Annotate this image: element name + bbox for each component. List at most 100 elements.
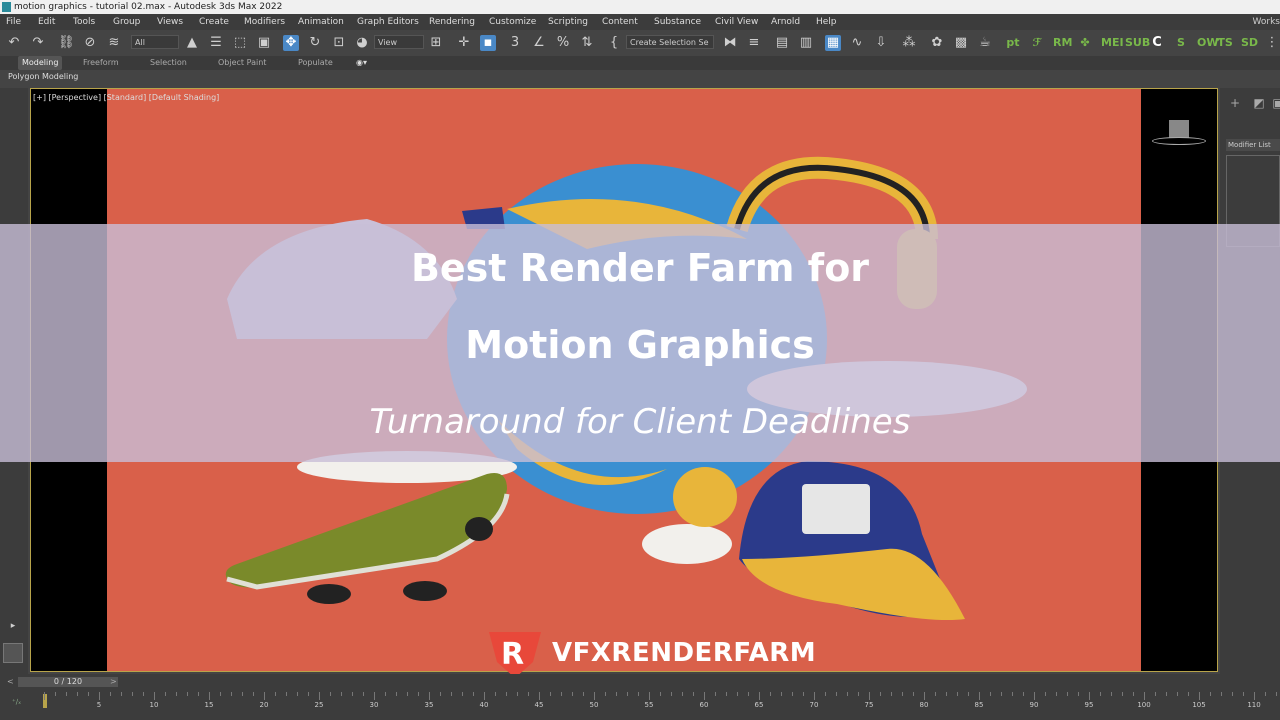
pivot-icon[interactable]: ⊞ xyxy=(428,35,444,51)
plugin-forest-icon[interactable]: ℱ xyxy=(1029,35,1045,51)
menu-help[interactable]: Help xyxy=(816,14,837,30)
viewport-label[interactable]: [+] [Perspective] [Standard] [Default Sh… xyxy=(33,93,219,102)
menu-civil-view[interactable]: Civil View xyxy=(715,14,758,30)
timeline-tick xyxy=(209,692,210,700)
tab-object-paint[interactable]: Object Paint xyxy=(218,56,266,70)
viewcube[interactable] xyxy=(1169,120,1189,138)
curve-editor-icon[interactable]: ∿ xyxy=(849,35,865,51)
timeline-tick xyxy=(1265,692,1266,696)
viewcube-compass[interactable] xyxy=(1152,137,1206,145)
move-icon[interactable]: ✥ xyxy=(283,35,299,51)
rect-selection-icon[interactable]: ⬚ xyxy=(232,35,248,51)
timeline-tick xyxy=(858,692,859,696)
timeline-tick xyxy=(1023,692,1024,696)
percent-snap-icon[interactable]: % xyxy=(555,35,571,51)
timeline-tick-label: 100 xyxy=(1137,701,1151,709)
tab-populate[interactable]: Populate xyxy=(298,56,333,70)
time-slider[interactable]: 0 / 120 xyxy=(18,677,118,687)
timeline-tick xyxy=(319,692,320,700)
plugin-pt-icon[interactable]: pt xyxy=(1005,35,1021,51)
timeline-tick xyxy=(979,692,980,700)
plugin-c-icon[interactable]: C xyxy=(1149,35,1165,51)
menu-animation[interactable]: Animation xyxy=(298,14,344,30)
modify-panel-icon[interactable]: ◩ xyxy=(1252,96,1266,110)
timeline-tick xyxy=(396,692,397,696)
mirror-icon[interactable]: ⧓ xyxy=(722,35,738,51)
hierarchy-panel-icon[interactable]: ▣ xyxy=(1271,96,1280,110)
timeline-tick xyxy=(638,692,639,696)
main-toolbar: ↶ ↷ ⛓ ⊘ ≋ All ▲ ☰ ⬚ ▣ ✥ ↻ ⊡ ◕ View ⊞ ✛ ▪… xyxy=(0,30,1280,56)
schematic-view-icon[interactable]: ⇩ xyxy=(873,35,889,51)
menu-substance[interactable]: Substance xyxy=(654,14,701,30)
plugin-mei-icon[interactable]: MEI xyxy=(1101,35,1124,51)
menu-modifiers[interactable]: Modifiers xyxy=(244,14,285,30)
plugin-ow-icon[interactable]: OW xyxy=(1197,35,1218,51)
select-object-icon[interactable]: ▲ xyxy=(184,35,200,51)
tab-freeform[interactable]: Freeform xyxy=(83,56,119,70)
prev-frame-icon[interactable]: < xyxy=(7,677,14,686)
play-icon[interactable]: ▸ xyxy=(5,618,21,634)
create-panel-icon[interactable]: + xyxy=(1228,96,1242,110)
menu-rendering[interactable]: Rendering xyxy=(429,14,475,30)
workspaces-label[interactable]: Works xyxy=(1253,14,1280,30)
align-icon[interactable]: ≡ xyxy=(746,35,762,51)
timeline-tick xyxy=(1056,692,1057,696)
window-crossing-icon[interactable]: ▣ xyxy=(256,35,272,51)
next-frame-icon[interactable]: > xyxy=(110,677,117,686)
menu-file[interactable]: File xyxy=(6,14,21,30)
spinner-snap-icon[interactable]: ⇅ xyxy=(579,35,595,51)
menu-create[interactable]: Create xyxy=(199,14,229,30)
timeline-tick xyxy=(726,692,727,696)
ribbon-options-icon[interactable]: ◉▾ xyxy=(356,56,367,70)
menu-customize[interactable]: Customize xyxy=(489,14,536,30)
bind-spacewarp-icon[interactable]: ≋ xyxy=(106,35,122,51)
rendered-frame-icon[interactable]: ▩ xyxy=(953,35,969,51)
place-icon[interactable]: ◕ xyxy=(354,35,370,51)
menu-scripting[interactable]: Scripting xyxy=(548,14,588,30)
modifier-list-dropdown[interactable]: Modifier List xyxy=(1226,139,1280,151)
menu-group[interactable]: Group xyxy=(113,14,140,30)
keyboard-shortcut-icon[interactable]: ▪ xyxy=(480,35,496,51)
material-editor-icon[interactable]: ⁂ xyxy=(901,35,917,51)
render-setup-icon[interactable]: ✿ xyxy=(929,35,945,51)
reference-coord-dropdown[interactable]: View xyxy=(374,35,424,49)
scene-explorer-icon[interactable]: ▤ xyxy=(774,35,790,51)
link-icon[interactable]: ⛓ xyxy=(58,35,75,51)
menu-views[interactable]: Views xyxy=(157,14,183,30)
unlink-icon[interactable]: ⊘ xyxy=(82,35,98,51)
tab-selection[interactable]: Selection xyxy=(150,56,187,70)
menu-tools[interactable]: Tools xyxy=(73,14,95,30)
selection-filter-dropdown[interactable]: All xyxy=(131,35,179,49)
angle-snap-icon[interactable]: ∠ xyxy=(531,35,547,51)
tab-modeling[interactable]: Modeling xyxy=(18,56,63,70)
plugin-rm-icon[interactable]: RM xyxy=(1053,35,1072,51)
timeline-ruler[interactable]: 5 10 15 20 25 30 35 40 45 50 55 60 65 70 75 80 85 90 95 100… xyxy=(40,692,1280,720)
plugin-sub-icon[interactable]: SUB xyxy=(1125,35,1150,51)
plugin-ts-icon[interactable]: ƬS xyxy=(1217,35,1233,51)
menu-content[interactable]: Content xyxy=(602,14,638,30)
key-filter-icon[interactable]: ⁺∕ₓ xyxy=(12,698,21,706)
plugin-s-icon[interactable]: S xyxy=(1173,35,1189,51)
render-production-icon[interactable]: ☕ xyxy=(977,35,993,51)
timeline-tick xyxy=(1133,692,1134,696)
ribbon-toggle-icon[interactable]: ▦ xyxy=(825,35,841,51)
snaps-toggle-icon[interactable]: 3 xyxy=(507,35,523,51)
plugin-sd-icon[interactable]: SD xyxy=(1241,35,1258,51)
scale-icon[interactable]: ⊡ xyxy=(331,35,347,51)
rotate-icon[interactable]: ↻ xyxy=(307,35,323,51)
menu-arnold[interactable]: Arnold xyxy=(771,14,800,30)
selection-set-dropdown[interactable]: Create Selection Se xyxy=(626,35,714,49)
menu-graph-editors[interactable]: Graph Editors xyxy=(357,14,419,30)
menu-edit[interactable]: Edit xyxy=(38,14,55,30)
undo-icon[interactable]: ↶ xyxy=(6,35,22,51)
timeline-tick xyxy=(660,692,661,696)
select-by-name-icon[interactable]: ☰ xyxy=(208,35,224,51)
manipulate-icon[interactable]: ✛ xyxy=(456,35,472,51)
plugin-leaf-icon[interactable]: ✤ xyxy=(1077,35,1093,51)
viewport-layout-icon[interactable] xyxy=(3,643,23,663)
redo-icon[interactable]: ↷ xyxy=(30,35,46,51)
edit-named-selection-icon[interactable]: { xyxy=(606,35,622,51)
polygon-modeling-label[interactable]: Polygon Modeling xyxy=(8,70,78,84)
layer-explorer-icon[interactable]: ▥ xyxy=(798,35,814,51)
more-tools-icon[interactable]: ⋮ xyxy=(1264,35,1280,51)
